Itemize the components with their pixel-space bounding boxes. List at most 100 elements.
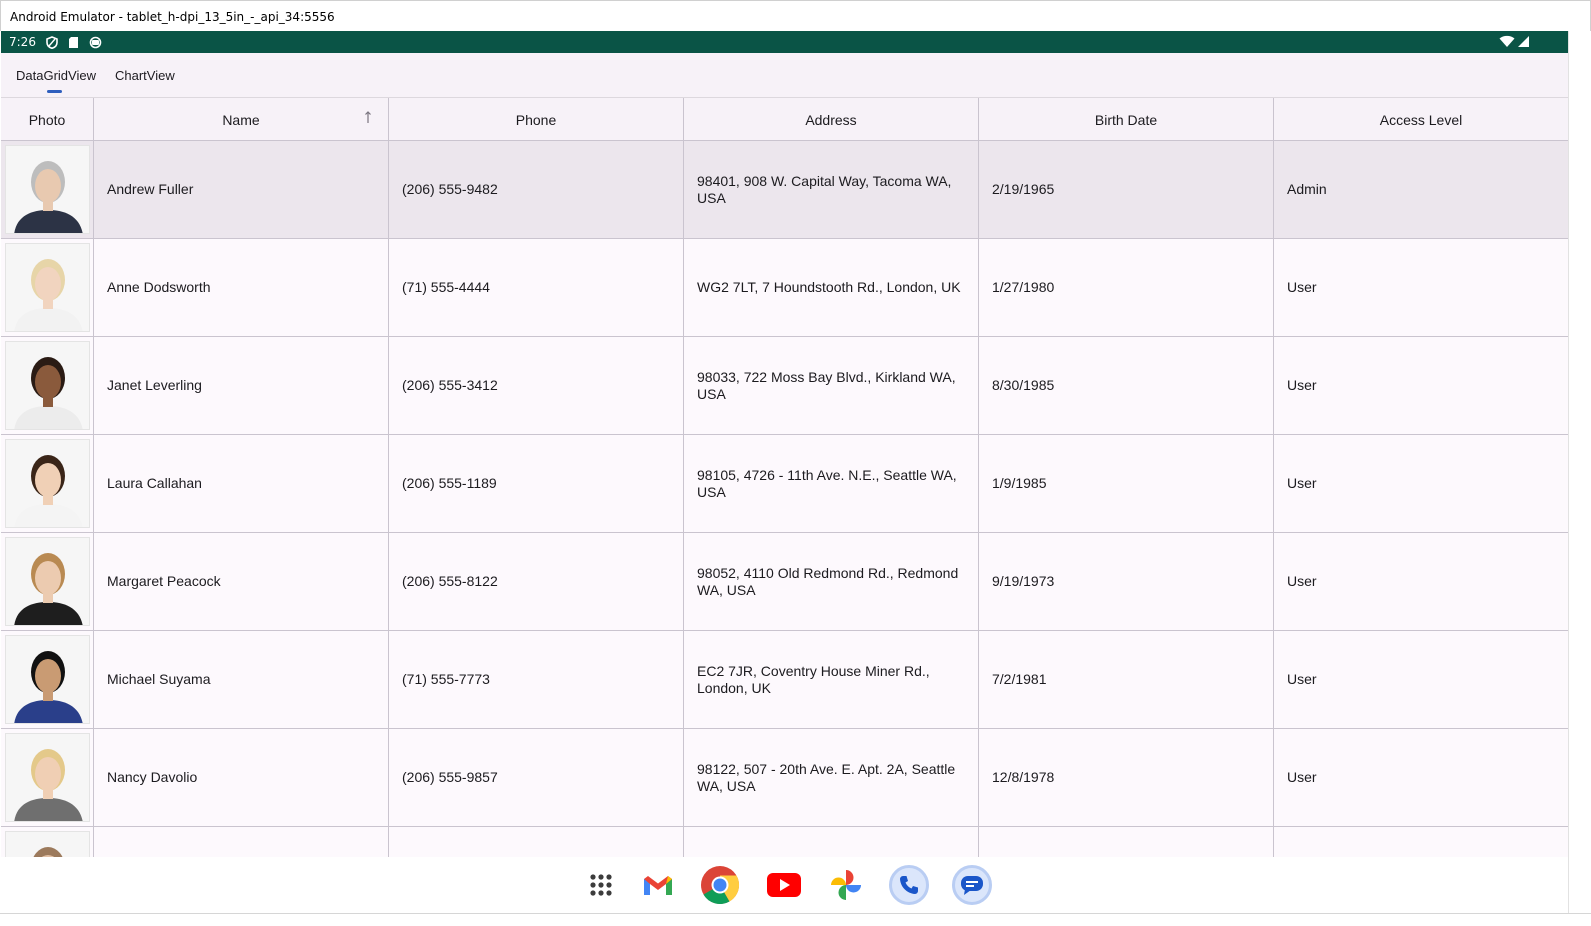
- table-row[interactable]: [1, 827, 1568, 857]
- gmail-icon[interactable]: [638, 865, 678, 905]
- window-title-bar: Android Emulator - tablet_h-dpi_13_5in_-…: [0, 0, 1591, 31]
- column-header-label: Address: [805, 111, 857, 128]
- shield-icon: [46, 35, 58, 49]
- cell-photo: [1, 827, 94, 857]
- column-header-phone[interactable]: Phone: [389, 98, 684, 141]
- employee-photo: [4, 341, 90, 430]
- cell-phone[interactable]: (206) 555-9857: [389, 729, 684, 826]
- status-time: 7:26: [9, 35, 36, 49]
- messages-icon[interactable]: [952, 865, 992, 905]
- cell-birth-date[interactable]: 7/2/1981: [979, 631, 1274, 728]
- cell-address[interactable]: 98401, 908 W. Capital Way, Tacoma WA, US…: [684, 141, 979, 238]
- employee-photo: [4, 733, 90, 822]
- employee-photo: [4, 243, 90, 332]
- cell-birth-date[interactable]: [979, 827, 1274, 857]
- cell-access-level-text: User: [1287, 769, 1317, 785]
- cell-access-level[interactable]: Admin: [1274, 141, 1568, 238]
- cell-address[interactable]: WG2 7LT, 7 Houndstooth Rd., London, UK: [684, 239, 979, 336]
- tab-chartview[interactable]: ChartView: [115, 68, 175, 83]
- cell-name-text: Janet Leverling: [107, 377, 202, 393]
- table-row[interactable]: Anne Dodsworth (71) 555-4444 WG2 7LT, 7 Ho…: [1, 239, 1568, 337]
- column-header-access-level[interactable]: Access Level: [1274, 98, 1568, 141]
- chrome-icon[interactable]: [700, 865, 740, 905]
- cell-name[interactable]: Laura Callahan: [94, 435, 389, 532]
- app-screen: DataGridView ChartView Photo Name Phone …: [1, 53, 1568, 913]
- cell-phone[interactable]: (206) 555-9482: [389, 141, 684, 238]
- cell-phone[interactable]: (71) 555-4444: [389, 239, 684, 336]
- phone-icon[interactable]: [889, 865, 929, 905]
- cell-photo: [1, 631, 94, 728]
- app-drawer-icon[interactable]: [581, 865, 621, 905]
- cell-address-text: 98033, 722 Moss Bay Blvd., Kirkland WA, …: [697, 368, 956, 402]
- taskbar: [1, 857, 1568, 913]
- cell-birth-date-text: 12/8/1978: [992, 769, 1055, 785]
- cell-address[interactable]: [684, 827, 979, 857]
- sd-card-icon: [68, 36, 79, 49]
- cell-birth-date[interactable]: 12/8/1978: [979, 729, 1274, 826]
- cell-access-level[interactable]: User: [1274, 337, 1568, 434]
- cell-birth-date[interactable]: 8/30/1985: [979, 337, 1274, 434]
- table-row[interactable]: Andrew Fuller (206) 555-9482 98401, 908 W.…: [1, 141, 1568, 239]
- cell-address[interactable]: 98105, 4726 - 11th Ave. N.E., Seattle WA…: [684, 435, 979, 532]
- cell-phone-text: (206) 555-9857: [402, 769, 498, 785]
- cell-phone-text: (206) 555-1189: [402, 475, 497, 491]
- cell-access-level[interactable]: User: [1274, 239, 1568, 336]
- cell-birth-date[interactable]: 2/19/1965: [979, 141, 1274, 238]
- cell-name[interactable]: Margaret Peacock: [94, 533, 389, 630]
- cell-access-level[interactable]: User: [1274, 435, 1568, 532]
- table-row[interactable]: Michael Suyama (71) 555-7773 EC2 7JR, Cove…: [1, 631, 1568, 729]
- table-row[interactable]: Margaret Peacock (206) 555-8122 98052, 411…: [1, 533, 1568, 631]
- cell-access-level[interactable]: User: [1274, 729, 1568, 826]
- column-header-name[interactable]: Name: [94, 98, 389, 141]
- cell-name[interactable]: [94, 827, 389, 857]
- cell-address-text: 98052, 4110 Old Redmond Rd., Redmond WA,…: [697, 564, 959, 598]
- column-header-birth-date[interactable]: Birth Date: [979, 98, 1274, 141]
- cell-address-text: 98105, 4726 - 11th Ave. N.E., Seattle WA…: [697, 466, 957, 500]
- column-header-label: Birth Date: [1094, 111, 1158, 128]
- table-row[interactable]: Laura Callahan (206) 555-1189 98105, 4726 …: [1, 435, 1568, 533]
- cell-address[interactable]: 98052, 4110 Old Redmond Rd., Redmond WA,…: [684, 533, 979, 630]
- cell-photo: [1, 337, 94, 434]
- data-grid[interactable]: Photo Name Phone Address Birth Date Acce…: [1, 97, 1568, 857]
- cell-phone[interactable]: (206) 555-1189: [389, 435, 684, 532]
- cell-address[interactable]: EC2 7JR, Coventry House Miner Rd., Londo…: [684, 631, 979, 728]
- cell-phone[interactable]: [389, 827, 684, 857]
- cell-address[interactable]: 98122, 507 - 20th Ave. E. Apt. 2A, Seatt…: [684, 729, 979, 826]
- cell-name[interactable]: Andrew Fuller: [94, 141, 389, 238]
- cell-access-level-text: User: [1287, 279, 1317, 295]
- cell-photo: [1, 239, 94, 336]
- cell-access-level[interactable]: User: [1274, 631, 1568, 728]
- cell-name[interactable]: Nancy Davolio: [94, 729, 389, 826]
- cell-birth-date[interactable]: 1/27/1980: [979, 239, 1274, 336]
- cell-birth-date[interactable]: 9/19/1973: [979, 533, 1274, 630]
- employee-photo: [4, 537, 90, 626]
- cell-phone-text: (71) 555-4444: [402, 279, 490, 295]
- cell-address-text: 98401, 908 W. Capital Way, Tacoma WA, US…: [697, 172, 952, 206]
- photos-icon[interactable]: [826, 865, 866, 905]
- cell-name-text: Anne Dodsworth: [107, 279, 211, 295]
- cell-address[interactable]: 98033, 722 Moss Bay Blvd., Kirkland WA, …: [684, 337, 979, 434]
- cell-access-level-text: User: [1287, 573, 1317, 589]
- cell-name[interactable]: Michael Suyama: [94, 631, 389, 728]
- cell-name-text: Andrew Fuller: [107, 181, 194, 197]
- cell-name[interactable]: Anne Dodsworth: [94, 239, 389, 336]
- cell-access-level-text: User: [1287, 671, 1317, 687]
- cell-phone-text: (71) 555-7773: [402, 671, 490, 687]
- cell-name[interactable]: Janet Leverling: [94, 337, 389, 434]
- cell-phone[interactable]: (71) 555-7773: [389, 631, 684, 728]
- column-header-photo[interactable]: Photo: [1, 98, 94, 141]
- column-header-address[interactable]: Address: [684, 98, 979, 141]
- cell-access-level[interactable]: [1274, 827, 1568, 857]
- window-bottom-edge: [0, 913, 1591, 926]
- cell-access-level[interactable]: User: [1274, 533, 1568, 630]
- table-row[interactable]: Janet Leverling (206) 555-3412 98033, 722 …: [1, 337, 1568, 435]
- cell-birth-date[interactable]: 1/9/1985: [979, 435, 1274, 532]
- cell-phone[interactable]: (206) 555-8122: [389, 533, 684, 630]
- cell-phone[interactable]: (206) 555-3412: [389, 337, 684, 434]
- sort-ascending-icon: [364, 111, 372, 127]
- youtube-icon[interactable]: [764, 865, 804, 905]
- table-row[interactable]: Nancy Davolio (206) 555-9857 98122, 507 - …: [1, 729, 1568, 827]
- tab-datagridview[interactable]: DataGridView: [16, 68, 96, 83]
- android-status-bar: 7:26: [1, 31, 1568, 53]
- column-header-label: Photo: [28, 111, 66, 128]
